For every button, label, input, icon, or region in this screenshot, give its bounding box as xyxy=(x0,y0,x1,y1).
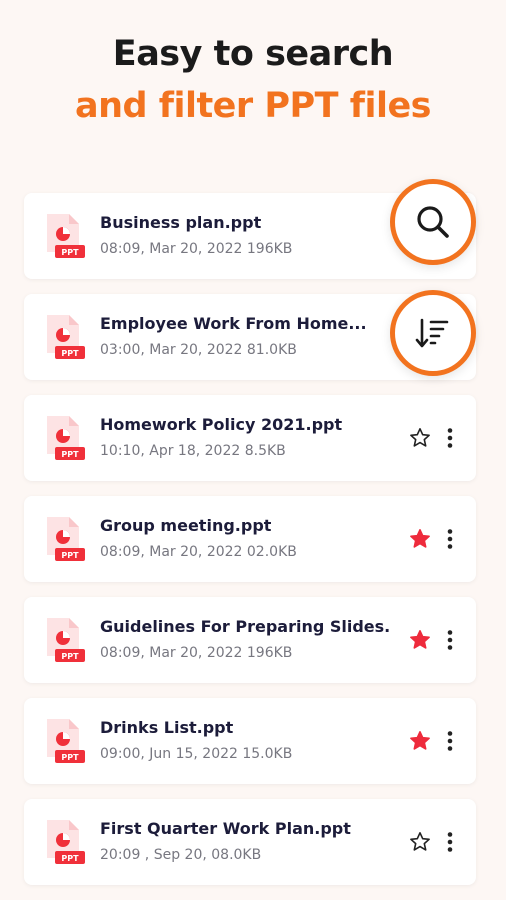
ppt-file-icon: PPT xyxy=(47,820,85,864)
file-name: Employee Work From Home... xyxy=(100,314,367,333)
more-options-icon[interactable] xyxy=(444,427,456,449)
ppt-file-icon: PPT xyxy=(47,517,85,561)
sort-button[interactable] xyxy=(390,290,476,376)
more-options-icon[interactable] xyxy=(444,730,456,752)
ppt-file-icon: PPT xyxy=(47,416,85,460)
ppt-file-icon: PPT xyxy=(47,618,85,662)
ppt-badge-label: PPT xyxy=(61,450,79,459)
more-options-icon[interactable] xyxy=(444,629,456,651)
star-outline-icon[interactable] xyxy=(409,427,431,449)
file-name: Business plan.ppt xyxy=(100,213,262,232)
file-meta: 08:09, Mar 20, 2022 196KB xyxy=(100,241,293,257)
file-meta: 10:10, Apr 18, 2022 8.5KB xyxy=(100,443,286,459)
file-row[interactable]: PPT Homework Policy 2021.ppt 10:10, Apr 18… xyxy=(24,395,476,481)
file-row[interactable]: PPT Drinks List.ppt 09:00, Jun 15, 2022 15… xyxy=(24,698,476,784)
file-meta: 09:00, Jun 15, 2022 15.0KB xyxy=(100,746,293,762)
ppt-file-icon: PPT xyxy=(47,214,85,258)
ppt-badge-label: PPT xyxy=(61,248,79,257)
search-button[interactable] xyxy=(390,179,476,265)
file-name: First Quarter Work Plan.ppt xyxy=(100,819,351,838)
ppt-badge-label: PPT xyxy=(61,652,79,661)
ppt-file-icon: PPT xyxy=(47,719,85,763)
file-meta: 08:09, Mar 20, 2022 196KB xyxy=(100,645,293,661)
headline-line-2: and filter PPT files xyxy=(74,86,432,126)
ppt-badge-label: PPT xyxy=(61,753,79,762)
file-name: Drinks List.ppt xyxy=(100,718,234,737)
more-options-icon[interactable] xyxy=(444,528,456,550)
headline-line-1: Easy to search xyxy=(112,34,394,74)
ppt-badge-label: PPT xyxy=(61,349,79,358)
ppt-badge-label: PPT xyxy=(61,854,79,863)
file-name: Group meeting.ppt xyxy=(100,516,272,535)
star-filled-icon[interactable] xyxy=(409,730,431,752)
star-filled-icon[interactable] xyxy=(409,528,431,550)
file-row[interactable]: PPT Group meeting.ppt 08:09, Mar 20, 2022 … xyxy=(24,496,476,582)
file-meta: 08:09, Mar 20, 2022 02.0KB xyxy=(100,544,297,560)
ppt-file-icon: PPT xyxy=(47,315,85,359)
file-name: Guidelines For Preparing Slides... xyxy=(100,617,390,636)
star-outline-icon[interactable] xyxy=(409,831,431,853)
file-meta: 03:00, Mar 20, 2022 81.0KB xyxy=(100,342,297,358)
star-filled-icon[interactable] xyxy=(409,629,431,651)
more-options-icon[interactable] xyxy=(444,831,456,853)
file-meta: 20:09 , Sep 20, 08.0KB xyxy=(100,847,262,863)
search-icon xyxy=(417,206,449,238)
ppt-badge-label: PPT xyxy=(61,551,79,560)
file-row[interactable]: PPT Guidelines For Preparing Slides... 08:… xyxy=(24,597,476,683)
file-name: Homework Policy 2021.ppt xyxy=(100,415,343,434)
file-row[interactable]: PPT First Quarter Work Plan.ppt 20:09 , Se… xyxy=(24,799,476,885)
sort-icon xyxy=(415,318,449,348)
